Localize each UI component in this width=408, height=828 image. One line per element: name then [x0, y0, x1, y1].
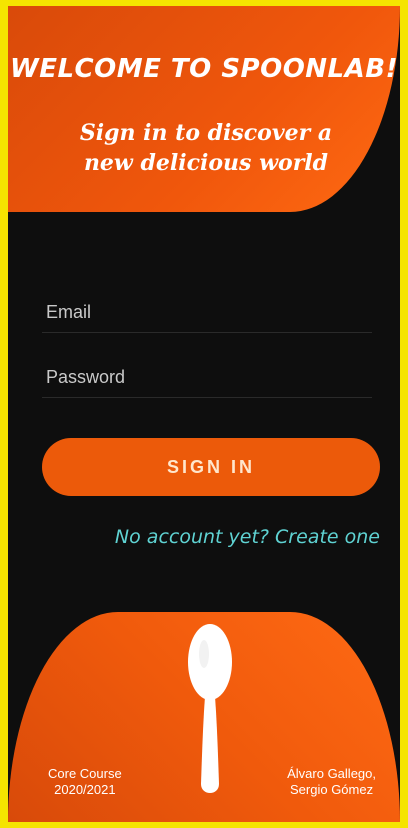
login-screen: WELCOME TO SPOONLAB! Sign in to discover… [8, 6, 400, 822]
password-field-wrapper [42, 357, 372, 398]
password-field[interactable] [42, 357, 372, 397]
author-1: Álvaro Gallego, [287, 766, 376, 781]
sign-in-button[interactable]: SIGN IN [42, 438, 380, 496]
author-2: Sergio Gómez [290, 782, 374, 797]
course-name: Core Course [48, 766, 122, 781]
email-field-wrapper [42, 292, 372, 333]
header-banner: WELCOME TO SPOONLAB! Sign in to discover… [8, 6, 400, 212]
welcome-title: WELCOME TO SPOONLAB! [10, 54, 398, 84]
authors-info: Álvaro Gallego, Sergio Gómez [287, 766, 376, 798]
course-info: Core Course 2020/2021 [48, 766, 122, 798]
email-field[interactable] [42, 292, 372, 332]
create-account-link[interactable]: No account yet? Create one [115, 526, 380, 548]
welcome-subtitle: Sign in to discover a new delicious worl… [79, 120, 333, 176]
spoon-icon [188, 624, 232, 793]
footer-banner: Core Course 2020/2021 Álvaro Gallego, Se… [8, 612, 400, 822]
course-year: 2020/2021 [54, 782, 116, 797]
